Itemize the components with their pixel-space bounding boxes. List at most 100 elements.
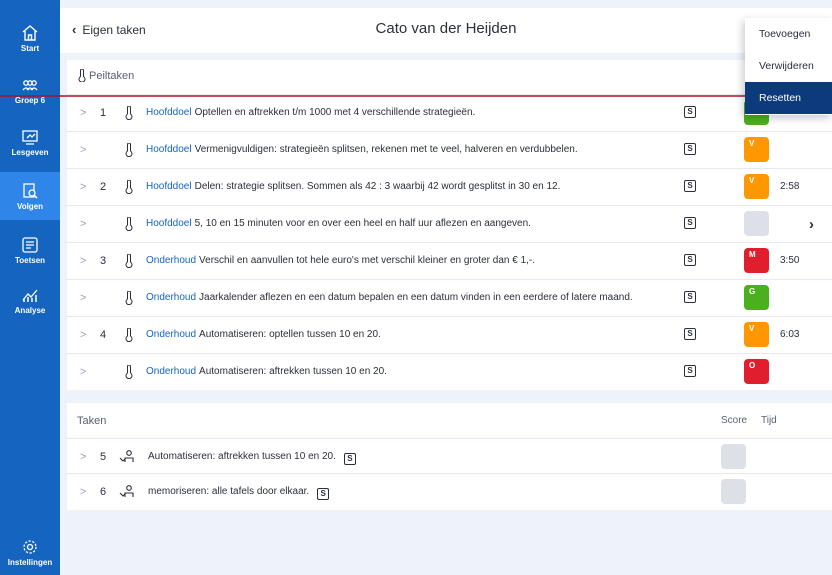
task-text: memoriseren: alle tafels door elkaar. <box>148 486 310 497</box>
score-badge <box>721 444 746 469</box>
sidebar-item-toetsen[interactable]: Toetsen <box>0 226 60 274</box>
score-badge <box>721 479 746 504</box>
score-column-header: Score <box>721 415 748 426</box>
chevron-right-icon[interactable]: > <box>80 107 86 119</box>
chevron-right-icon[interactable]: > <box>80 329 86 341</box>
row-number: 4 <box>100 329 107 341</box>
sidebar-item-lesgeven[interactable]: Lesgeven <box>0 118 60 166</box>
task-text: Verschil en aanvullen tot hele euro's me… <box>199 255 536 266</box>
time-value: 6:03 <box>780 329 800 340</box>
task-category: Hoofddoel <box>146 181 192 192</box>
chart-icon <box>22 289 38 302</box>
chevron-right-icon[interactable]: > <box>80 451 86 463</box>
taken-card: Taken Score Tijd >5 Automatiseren: aftrek… <box>67 403 832 510</box>
task-text: 5, 10 en 15 minuten voor en over een hee… <box>194 218 531 229</box>
menu-pointer-line <box>0 95 760 97</box>
s-badge: S <box>684 143 696 155</box>
thermometer-icon <box>125 180 133 194</box>
task-text: Automatiseren: optellen tussen 10 en 20. <box>199 329 381 340</box>
taak-row[interactable]: >5 Automatiseren: aftrekken tussen 10 en … <box>67 438 832 472</box>
task-category: Hoofddoel <box>146 107 192 118</box>
score-badge: V <box>744 174 769 199</box>
thermometer-icon <box>125 217 133 231</box>
chevron-right-icon[interactable]: > <box>80 366 86 378</box>
task-description: Hoofddoel 5, 10 en 15 minuten voor en ove… <box>146 218 531 229</box>
row-number: 1 <box>100 107 107 119</box>
task-text: Optellen en aftrekken t/m 1000 met 4 ver… <box>194 107 476 118</box>
sidebar-item-instellingen[interactable]: Instellingen <box>0 528 60 575</box>
task-text: Automatiseren: aftrekken tussen 10 en 20… <box>148 451 336 462</box>
peiltaak-row[interactable]: > Onderhoud Jaarkalender aflezen en een da… <box>67 279 832 316</box>
row-action-menu: Toevoegen Verwijderen Resetten <box>745 18 832 115</box>
task-description: Onderhoud Jaarkalender aflezen en een dat… <box>146 292 633 303</box>
menu-item-resetten[interactable]: Resetten <box>745 82 832 114</box>
sidebar-item-analyse[interactable]: Analyse <box>0 276 60 324</box>
task-category: Onderhoud <box>146 292 197 303</box>
thermometer-icon <box>125 365 133 379</box>
score-badge: M <box>744 248 769 273</box>
menu-item-verwijderen[interactable]: Verwijderen <box>745 50 832 82</box>
chevron-right-icon[interactable]: > <box>80 181 86 193</box>
task-description: Automatiseren: aftrekken tussen 10 en 20… <box>148 451 356 465</box>
s-badge: S <box>684 254 696 266</box>
chevron-right-icon[interactable]: > <box>80 144 86 156</box>
chevron-right-icon[interactable]: > <box>80 255 86 267</box>
s-badge: S <box>317 488 330 500</box>
time-value: 2:58 <box>780 181 800 192</box>
sidebar-item-volgen[interactable]: Volgen <box>0 172 60 220</box>
taak-row[interactable]: >6 memoriseren: alle tafels door elkaar. S <box>67 473 832 507</box>
peiltaken-heading: Peiltaken <box>77 69 134 82</box>
peiltaak-row[interactable]: >2 Hoofddoel Delen: strategie splitsen. So… <box>67 168 832 205</box>
peiltaak-row[interactable]: >4 Onderhoud Automatiseren: optellen tusse… <box>67 316 832 353</box>
task-text: Jaarkalender aflezen en een datum bepale… <box>199 292 633 303</box>
task-text: Delen: strategie splitsen. Sommen als 42… <box>194 181 561 192</box>
task-category: Onderhoud <box>146 329 197 340</box>
score-badge: O <box>744 359 769 384</box>
s-badge: S <box>684 180 696 192</box>
sidebar-item-label: Lesgeven <box>11 147 49 157</box>
home-icon <box>22 24 38 41</box>
peiltaak-row[interactable]: > Hoofddoel 5, 10 en 15 minuten voor en ov… <box>67 205 832 242</box>
gear-icon <box>23 539 37 554</box>
task-description: Hoofddoel Optellen en aftrekken t/m 1000 … <box>146 107 475 118</box>
page-header: ‹ Eigen taken Cato van der Heijden <box>60 8 832 53</box>
thermometer-icon <box>125 106 133 120</box>
peiltaak-row[interactable]: > Onderhoud Automatiseren: aftrekken tusse… <box>67 353 832 390</box>
thermometer-icon <box>78 69 86 82</box>
menu-item-toevoegen[interactable]: Toevoegen <box>745 18 832 50</box>
tijd-column-header: Tijd <box>761 415 777 426</box>
s-badge: S <box>684 291 696 303</box>
peiltaak-row[interactable]: >1 Hoofddoel Optellen en aftrekken t/m 100… <box>67 94 832 131</box>
peiltaken-heading-label: Peiltaken <box>89 69 135 82</box>
sidebar-item-start[interactable]: Start <box>0 14 60 62</box>
task-category: Onderhoud <box>146 255 197 266</box>
task-description: Onderhoud Verschil en aanvullen tot hele … <box>146 255 535 266</box>
task-description: Onderhoud Automatiseren: aftrekken tussen… <box>146 366 387 377</box>
task-category: Hoofddoel <box>146 144 192 155</box>
task-category: Hoofddoel <box>146 218 192 229</box>
peiltaak-row[interactable]: > Hoofddoel Vermenigvuldigen: strategieën … <box>67 131 832 168</box>
s-badge: S <box>684 106 696 118</box>
score-badge: G <box>744 285 769 310</box>
chevron-right-icon[interactable]: > <box>80 486 86 498</box>
chevron-right-icon[interactable]: > <box>80 292 86 304</box>
peiltaak-row[interactable]: >3 Onderhoud Verschil en aanvullen tot hel… <box>67 242 832 279</box>
chevron-right-icon[interactable]: › <box>809 216 814 233</box>
score-badge <box>744 211 769 236</box>
peiltaken-card: Peiltaken >1 Hoofddoel Optellen en aftrekk… <box>67 60 832 390</box>
task-category: Onderhoud <box>146 366 197 377</box>
sidebar-item-label: Toetsen <box>14 255 46 265</box>
row-number: 6 <box>100 486 107 498</box>
page-title: Cato van der Heijden <box>375 20 517 37</box>
sidebar-item-label: Instellingen <box>7 557 53 567</box>
sidebar-item-label: Analyse <box>14 305 46 315</box>
task-text: Automatiseren: aftrekken tussen 10 en 20… <box>199 366 387 377</box>
row-number: 5 <box>100 451 107 463</box>
sidebar-item-groep[interactable]: Groep 6 <box>0 66 60 114</box>
group-task-icon <box>119 485 134 497</box>
chevron-right-icon[interactable]: > <box>80 218 86 230</box>
thermometer-icon <box>125 328 133 342</box>
sidebar: Start Groep 6 Lesgeven Volgen Toetsen An… <box>0 0 60 575</box>
s-badge: S <box>684 328 696 340</box>
score-badge: V <box>744 137 769 162</box>
